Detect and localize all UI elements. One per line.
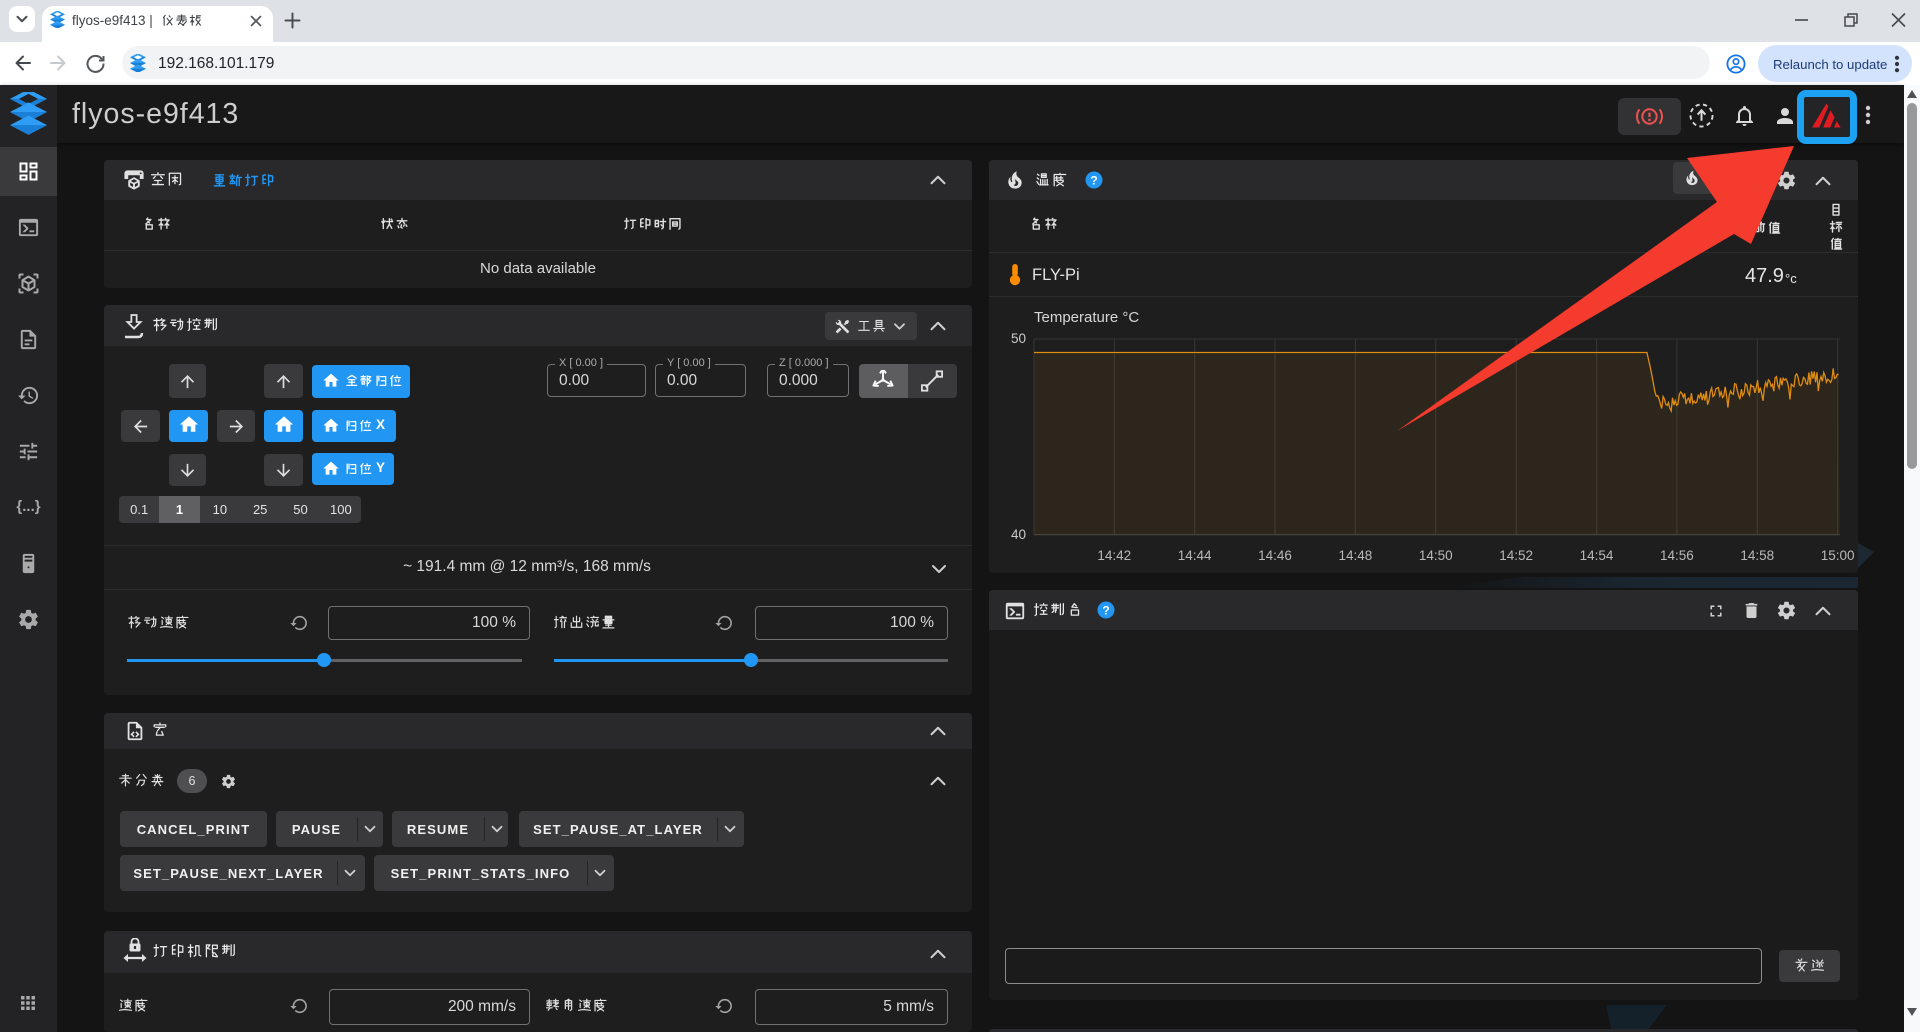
svg-text:?: ? — [1102, 603, 1109, 617]
